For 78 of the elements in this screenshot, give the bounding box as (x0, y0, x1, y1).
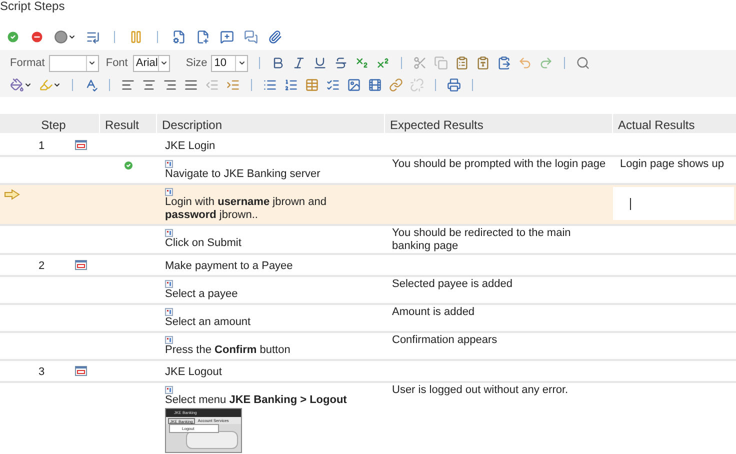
numbered-list-icon[interactable] (284, 78, 298, 92)
step-title: JKE Logout (164, 365, 223, 380)
dropdown-field[interactable] (48, 54, 99, 72)
list-icon[interactable] (326, 78, 340, 92)
media-icon[interactable] (368, 78, 382, 92)
paste-icon[interactable] (455, 56, 470, 70)
align-left-icon[interactable] (121, 78, 135, 92)
underline-icon[interactable] (313, 56, 328, 70)
align-center-icon[interactable] (142, 78, 156, 92)
bulleted-list-icon[interactable] (263, 78, 277, 92)
align-justify-icon[interactable] (184, 78, 198, 92)
step-number: 2 (37, 259, 46, 274)
attachment-icon[interactable] (268, 30, 282, 44)
expected-result: User is logged out without any error. (392, 384, 570, 397)
current-step-arrow-icon (4, 189, 20, 200)
field-label: Size (186, 56, 208, 71)
step-description: Press the Confirm button (165, 344, 292, 357)
step-number: 3 (37, 365, 46, 380)
expected-result: Confirmation appears (392, 334, 498, 347)
step-description: Click on Submit (165, 237, 242, 250)
fail-icon[interactable] (30, 30, 44, 44)
step-description: Select menu JKE Banking > Logout (165, 394, 348, 407)
italic-icon[interactable] (292, 56, 306, 70)
bold-icon[interactable] (271, 56, 286, 70)
step-number: 1 (37, 139, 46, 154)
caret-icon (238, 59, 246, 67)
caret-icon[interactable] (24, 81, 32, 89)
section-title: Script Steps (0, 0, 66, 13)
caret-icon[interactable] (53, 81, 61, 89)
column-header[interactable]: Step (0, 114, 100, 134)
dropdown-field[interactable]: Arial (132, 54, 170, 72)
list-icon[interactable] (86, 30, 100, 44)
step-title: JKE Login (164, 139, 216, 154)
paste-word-icon[interactable] (497, 56, 512, 70)
search-icon[interactable] (576, 56, 590, 70)
dropdown-field[interactable]: 10 (211, 54, 248, 72)
actual-result-field[interactable] (613, 187, 734, 220)
expected-result: You should be redirected to the main banking page (392, 227, 572, 253)
column-header[interactable]: Actual Results (613, 114, 736, 134)
column-header[interactable]: Result (100, 114, 157, 134)
expected-result: Selected payee is added (392, 278, 514, 291)
window-icon (75, 366, 87, 376)
pass-icon[interactable] (6, 30, 20, 44)
strikethrough-icon[interactable] (334, 56, 348, 70)
pause-icon[interactable] (129, 30, 143, 44)
caret-icon[interactable] (68, 33, 76, 41)
superscript-icon[interactable] (376, 56, 390, 70)
field-label: Font (106, 56, 128, 71)
expected-result: You should be prompted with the login page (392, 158, 607, 171)
step-description: Navigate to JKE Banking server (165, 168, 322, 181)
step-description: Login with username jbrown and password jbrown.. (165, 196, 328, 222)
caret-icon (160, 59, 168, 67)
window-icon (75, 260, 87, 270)
caret-icon (88, 59, 96, 67)
expected-result: Amount is added (392, 306, 476, 319)
subscript-icon[interactable] (355, 56, 370, 70)
add-comment-icon[interactable] (220, 30, 234, 44)
add-document-icon[interactable] (196, 30, 210, 44)
text-cursor-icon (630, 198, 631, 210)
step-description: Select a payee (165, 288, 239, 301)
column-header[interactable]: Description (157, 114, 385, 134)
indent-icon[interactable] (226, 78, 240, 92)
spellcheck-icon[interactable] (84, 78, 98, 92)
window-icon (75, 140, 87, 150)
table-icon[interactable] (305, 78, 319, 92)
comments-icon[interactable] (244, 30, 258, 44)
align-right-icon[interactable] (163, 78, 177, 92)
link-icon[interactable] (389, 78, 403, 92)
status-icon[interactable] (54, 30, 68, 44)
step-title: Make payment to a Payee (164, 259, 294, 274)
image-icon[interactable] (347, 78, 361, 92)
field-label: Format (10, 56, 45, 71)
paste-text-icon[interactable] (476, 56, 490, 70)
column-header[interactable]: Expected Results (385, 114, 613, 134)
actual-result: Login page shows up (619, 158, 725, 171)
print-icon[interactable] (447, 78, 461, 92)
step-description: Select an amount (165, 316, 252, 329)
document-gear-icon[interactable] (172, 30, 186, 44)
